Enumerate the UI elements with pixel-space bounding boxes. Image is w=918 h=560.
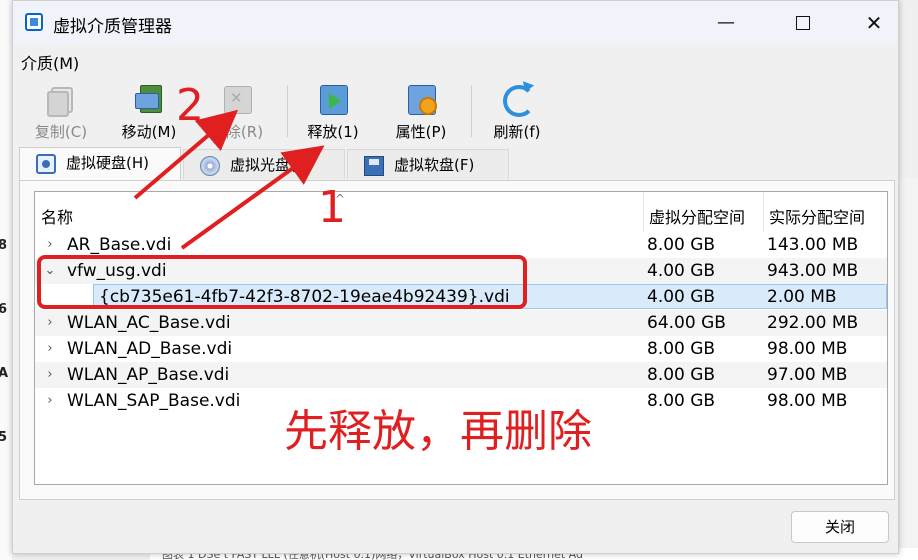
delete-icon <box>221 83 253 115</box>
hard-disk-icon <box>36 154 56 174</box>
expand-chevron-icon[interactable]: › <box>43 310 57 336</box>
refresh-icon <box>501 83 535 117</box>
table-row[interactable]: › WLAN_AD_Base.vdi 8.00 GB 98.00 MB <box>35 336 887 362</box>
menu-bar: 介质(M) <box>13 45 898 75</box>
media-manager-window: 虚拟介质管理器 — ✕ 介质(M) 复制(C) 移动(M) 删除(R) 释放(1… <box>12 0 899 554</box>
column-header-actual-size[interactable]: 实际分配空间 <box>769 204 865 228</box>
move-icon <box>133 83 165 115</box>
tab-virtual-floppy-disk[interactable]: 虚拟软盘(F) <box>347 149 509 179</box>
row-name: {cb735e61-4fb7-42f3-8702-19eae4b92439}.v… <box>99 287 510 307</box>
background-char: 5 <box>0 430 8 445</box>
close-window-button[interactable]: ✕ <box>851 1 897 45</box>
properties-label: 属性(P) <box>395 123 447 141</box>
refresh-label: 刷新(f) <box>493 123 541 141</box>
window-title: 虚拟介质管理器 <box>53 17 172 37</box>
tab-virtual-hard-disk[interactable]: 虚拟硬盘(H) <box>19 147 181 181</box>
expand-chevron-icon[interactable]: › <box>43 388 57 414</box>
app-icon <box>25 13 43 31</box>
release-label: 释放(1) <box>307 123 359 141</box>
row-actual-size: 97.00 MB <box>767 365 848 385</box>
table-row[interactable]: › WLAN_AC_Base.vdi 64.00 GB 292.00 MB <box>35 310 887 336</box>
refresh-button[interactable]: 刷新(f) <box>485 83 549 143</box>
row-virtual-size: 4.00 GB <box>647 261 716 281</box>
release-icon <box>317 83 349 115</box>
toolbar-separator <box>471 85 472 137</box>
sort-indicator-icon: ^ <box>335 192 346 206</box>
tab-virtual-optical-disk[interactable]: 虚拟光盘(D) <box>183 149 345 179</box>
column-separator[interactable] <box>643 192 644 232</box>
toolbar-separator <box>287 85 288 137</box>
background-char: A <box>0 366 9 381</box>
title-bar: 虚拟介质管理器 — ✕ <box>13 1 898 45</box>
row-virtual-size: 8.00 GB <box>647 391 716 411</box>
row-name: WLAN_SAP_Base.vdi <box>67 391 241 411</box>
column-header-virtual-size[interactable]: 虚拟分配空间 <box>649 204 745 228</box>
menu-media[interactable]: 介质(M) <box>19 50 81 74</box>
move-button[interactable]: 移动(M) <box>117 83 181 143</box>
background-right-strip <box>897 178 918 560</box>
maximize-icon <box>796 16 810 30</box>
table-row-selected[interactable]: {cb735e61-4fb7-42f3-8702-19eae4b92439}.v… <box>35 284 887 310</box>
row-actual-size: 943.00 MB <box>767 261 859 281</box>
row-name: AR_Base.vdi <box>67 235 172 255</box>
expand-chevron-icon[interactable]: › <box>43 336 57 362</box>
delete-label: 删除(R) <box>210 123 264 141</box>
row-actual-size: 292.00 MB <box>767 313 859 333</box>
row-actual-size: 2.00 MB <box>767 287 837 307</box>
collapse-chevron-icon[interactable]: ⌄ <box>43 258 57 284</box>
column-separator[interactable] <box>763 192 764 232</box>
row-virtual-size: 4.00 GB <box>647 287 716 307</box>
row-actual-size: 98.00 MB <box>767 339 848 359</box>
table-row[interactable]: ⌄ vfw_usg.vdi 4.00 GB 943.00 MB <box>35 258 887 284</box>
toolbar: 复制(C) 移动(M) 删除(R) 释放(1) 属性(P) 刷新(f) <box>13 79 898 145</box>
minimize-button[interactable]: — <box>703 1 749 45</box>
floppy-disk-icon <box>364 156 384 176</box>
background-left-strip: 8 6 A 5 <box>0 0 12 560</box>
row-virtual-size: 64.00 GB <box>647 313 726 333</box>
media-tree-list[interactable]: ^ 名称 虚拟分配空间 实际分配空间 › AR_Base.vdi 8.00 GB… <box>34 191 888 485</box>
tab-label: 虚拟硬盘(H) <box>66 154 149 172</box>
move-label: 移动(M) <box>121 123 177 141</box>
tab-label: 虚拟软盘(F) <box>394 156 475 174</box>
copy-button[interactable]: 复制(C) <box>29 83 93 143</box>
row-name: WLAN_AP_Base.vdi <box>67 365 230 385</box>
row-virtual-size: 8.00 GB <box>647 235 716 255</box>
close-button[interactable]: 关闭 <box>791 511 889 543</box>
list-header: ^ 名称 虚拟分配空间 实际分配空间 <box>35 192 887 232</box>
copy-icon <box>45 83 77 117</box>
expand-chevron-icon[interactable]: › <box>43 362 57 388</box>
background-char: 8 <box>0 238 8 253</box>
row-name: vfw_usg.vdi <box>67 261 167 281</box>
background-char: 6 <box>0 302 8 317</box>
row-virtual-size: 8.00 GB <box>647 339 716 359</box>
delete-button[interactable]: 删除(R) <box>205 83 269 143</box>
copy-label: 复制(C) <box>34 123 88 141</box>
table-row[interactable]: › WLAN_SAP_Base.vdi 8.00 GB 98.00 MB <box>35 388 887 414</box>
maximize-button[interactable] <box>780 1 826 45</box>
column-header-name[interactable]: 名称 <box>41 204 73 228</box>
optical-disk-icon <box>200 156 220 176</box>
media-tabs: 虚拟硬盘(H) 虚拟光盘(D) 虚拟软盘(F) <box>19 147 889 181</box>
tab-panel: ^ 名称 虚拟分配空间 实际分配空间 › AR_Base.vdi 8.00 GB… <box>19 180 895 500</box>
expand-chevron-icon[interactable]: › <box>43 232 57 258</box>
table-row[interactable]: › WLAN_AP_Base.vdi 8.00 GB 97.00 MB <box>35 362 887 388</box>
properties-button[interactable]: 属性(P) <box>389 83 453 143</box>
row-name: WLAN_AD_Base.vdi <box>67 339 233 359</box>
row-actual-size: 143.00 MB <box>767 235 859 255</box>
properties-icon <box>405 83 437 115</box>
row-actual-size: 98.00 MB <box>767 391 848 411</box>
row-name: WLAN_AC_Base.vdi <box>67 313 231 333</box>
row-virtual-size: 8.00 GB <box>647 365 716 385</box>
table-row[interactable]: › AR_Base.vdi 8.00 GB 143.00 MB <box>35 232 887 258</box>
release-button[interactable]: 释放(1) <box>301 83 365 143</box>
tab-label: 虚拟光盘(D) <box>230 156 314 174</box>
